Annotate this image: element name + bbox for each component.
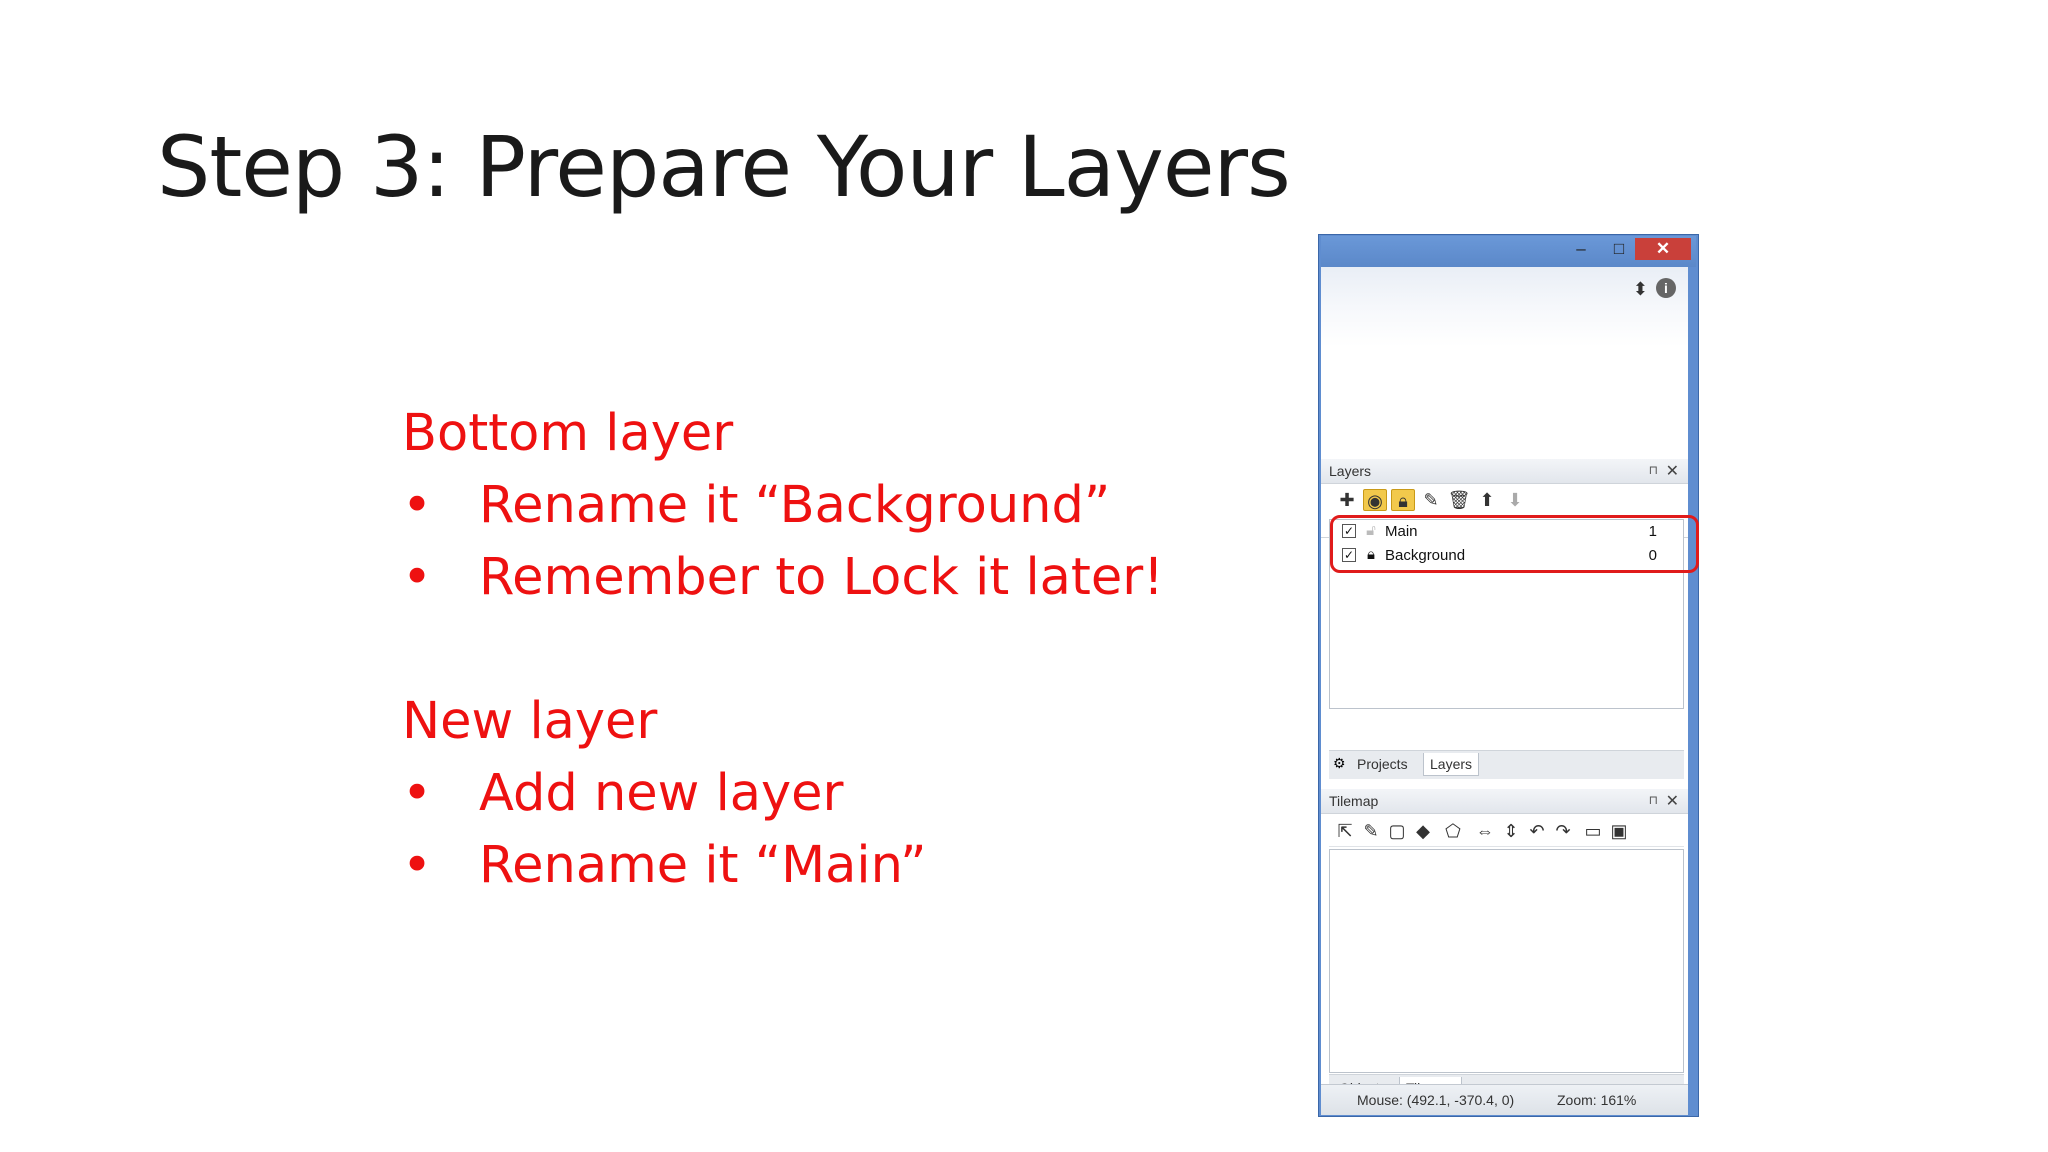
layers-tab-strip: ⚙ Projects Layers: [1329, 750, 1684, 779]
folder-icon[interactable]: ▭: [1581, 820, 1605, 842]
bullet-item: • Rename it “Background”: [402, 470, 1164, 542]
bullet-item: • Remember to Lock it later!: [402, 542, 1164, 614]
lock-icon[interactable]: 🔒︎: [1391, 489, 1415, 511]
sort-icon[interactable]: ⬍: [1633, 279, 1648, 300]
layer-row-background[interactable]: ✓ 🔒︎ Background 0: [1330, 544, 1683, 568]
bullet-dot: •: [402, 476, 433, 535]
section-heading: Bottom layer: [402, 404, 734, 463]
add-icon[interactable]: ✚: [1335, 489, 1359, 511]
close-icon[interactable]: ✕: [1666, 791, 1679, 811]
bullet-dot: •: [402, 548, 433, 607]
arrow-down-icon[interactable]: ⬇: [1503, 489, 1527, 511]
tilemap-canvas[interactable]: [1329, 849, 1684, 1073]
tab-projects[interactable]: Projects: [1351, 753, 1414, 775]
bullet-text: Remember to Lock it later!: [479, 548, 1164, 607]
bullet-text: Rename it “Background”: [479, 476, 1111, 535]
rectangle-icon[interactable]: ▢: [1385, 820, 1409, 842]
layers-panel-header: Layers ⊓ ✕: [1321, 459, 1688, 484]
minimize-button[interactable]: –: [1566, 238, 1596, 260]
bullet-dot: •: [402, 836, 433, 895]
tilemap-panel-header: Tilemap ⊓ ✕: [1321, 789, 1688, 814]
fill-icon[interactable]: ⬠: [1441, 820, 1465, 842]
layer-number: 0: [1648, 547, 1657, 564]
flip-vertical-icon[interactable]: ⇕: [1499, 820, 1523, 842]
pin-icon[interactable]: ⊓: [1649, 463, 1658, 477]
bullet-item: • Add new layer: [402, 758, 1164, 830]
rotate-left-icon[interactable]: ↶: [1525, 820, 1549, 842]
layer-number: 1: [1648, 523, 1657, 540]
maximize-button[interactable]: □: [1604, 238, 1634, 260]
cursor-icon[interactable]: ⇱: [1333, 820, 1357, 842]
eraser-icon[interactable]: ◆: [1411, 820, 1435, 842]
arrow-up-icon[interactable]: ⬆: [1475, 489, 1499, 511]
layer-name: Main: [1385, 523, 1418, 540]
lock-icon[interactable]: 🔒︎: [1363, 546, 1379, 563]
tab-layers[interactable]: Layers: [1423, 753, 1480, 776]
flip-horizontal-icon[interactable]: ⇔: [1473, 820, 1497, 842]
layers-toolbar: ✚ ◉ 🔒︎ ✎ 🗑︎ ⬆ ⬇: [1329, 485, 1684, 515]
close-button[interactable]: ✕: [1635, 238, 1691, 260]
slide-title: Step 3: Prepare Your Layers: [157, 118, 1291, 216]
bullet-item: • Rename it “Main”: [402, 830, 1164, 902]
zoom-level: Zoom: 161%: [1557, 1092, 1637, 1108]
rotate-right-icon[interactable]: ↷: [1551, 820, 1575, 842]
title-bar: – □ ✕: [1321, 236, 1696, 267]
pencil-icon[interactable]: ✎: [1359, 820, 1383, 842]
window-content: ⬍ i Layers ⊓ ✕ ✚ ◉ 🔒︎ ✎ 🗑︎ ⬆ ⬇ ✓ 🔓︎ Main…: [1321, 267, 1699, 1115]
bullet-dot: •: [402, 764, 433, 823]
eye-icon[interactable]: ◉: [1363, 489, 1387, 511]
slide-notes: Bottom layer • Rename it “Background” • Re…: [402, 398, 1164, 902]
layers-list: ✓ 🔓︎ Main 1 ✓ 🔒︎ Background 0: [1329, 515, 1699, 709]
trash-icon[interactable]: 🗑︎: [1447, 489, 1471, 511]
pin-icon[interactable]: ⊓: [1649, 793, 1658, 807]
bullet-text: Add new layer: [479, 764, 844, 823]
close-icon[interactable]: ✕: [1666, 461, 1679, 481]
bullet-text: Rename it “Main”: [479, 836, 927, 895]
mouse-coordinates: Mouse: (492.1, -370.4, 0): [1357, 1092, 1515, 1108]
visibility-checkbox[interactable]: ✓: [1342, 524, 1356, 538]
pencil-icon[interactable]: ✎: [1419, 489, 1443, 511]
layer-name: Background: [1385, 547, 1466, 564]
tilemap-panel-title: Tilemap: [1329, 793, 1379, 809]
layers-panel-title: Layers: [1329, 463, 1372, 479]
projects-icon: ⚙: [1333, 755, 1346, 771]
section-heading: New layer: [402, 692, 658, 751]
layer-row-main[interactable]: ✓ 🔓︎ Main 1: [1330, 520, 1683, 544]
status-bar: Mouse: (492.1, -370.4, 0) Zoom: 161%: [1321, 1084, 1688, 1115]
save-icon[interactable]: ▣: [1607, 820, 1631, 842]
app-window: – □ ✕ ⬍ i Layers ⊓ ✕ ✚ ◉ 🔒︎ ✎ 🗑︎ ⬆ ⬇ ✓ 🔓: [1318, 234, 1699, 1117]
tilemap-toolbar: ⇱ ✎ ▢ ◆ ⬠ ⇔ ⇕ ↶ ↷ ▭ ▣: [1329, 816, 1684, 847]
visibility-checkbox[interactable]: ✓: [1342, 548, 1356, 562]
info-icon[interactable]: i: [1656, 278, 1676, 298]
unlocked-icon[interactable]: 🔓︎: [1363, 522, 1379, 539]
